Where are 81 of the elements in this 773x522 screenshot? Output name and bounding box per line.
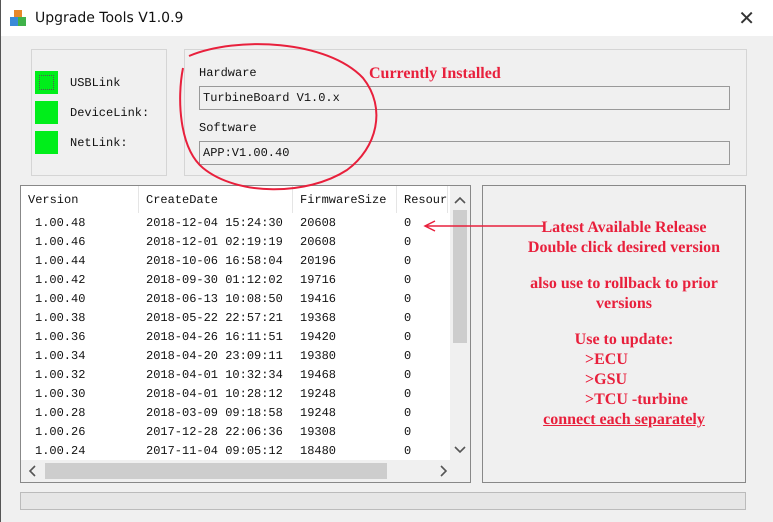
annotation-text: Double click desired version (528, 238, 720, 258)
table-cell-text: 19468 (299, 366, 338, 384)
link-label: DeviceLink: (70, 104, 150, 122)
scroll-up-icon[interactable] (454, 196, 466, 204)
table-cell-text: 0 (403, 442, 412, 460)
table-cell-text: 19416 (299, 290, 338, 308)
annotation-text: >TCU -turbine (585, 390, 688, 410)
hardware-label: Hardware (199, 65, 257, 82)
table-cell-text: 1.00.40 (34, 290, 86, 308)
table-cell-text: 2018-12-04 15:24:30 (145, 214, 284, 232)
annotation-text: Latest Available Release (541, 218, 706, 238)
scrollbar-thumb[interactable] (453, 210, 467, 343)
column-header[interactable]: CreateDate (139, 186, 293, 213)
table-cell-text: 2018-03-09 09:18:58 (145, 404, 284, 422)
scroll-down-icon[interactable] (454, 446, 466, 454)
table-cell-text: 1.00.36 (34, 328, 86, 346)
scroll-right-icon[interactable] (440, 465, 448, 477)
close-button[interactable]: ✕ (732, 6, 761, 30)
table-cell-text: 19248 (299, 404, 338, 422)
table-cell-text: 0 (403, 252, 412, 270)
window-title: Upgrade Tools V1.0.9 (35, 8, 184, 28)
scroll-left-icon[interactable] (28, 465, 36, 477)
table-cell-text: 1.00.46 (34, 234, 86, 250)
table-cell-text: 2017-11-04 09:05:12 (145, 442, 284, 460)
table-cell-text: 2018-09-30 01:12:02 (145, 272, 284, 288)
table-cell-text: 0 (403, 272, 412, 288)
table-cell-text: 0 (403, 290, 412, 308)
table-cell-text: 1.00.30 (34, 386, 86, 402)
table-cell-text: 2018-12-01 02:19:19 (145, 234, 284, 250)
table-cell-text: 0 (403, 348, 412, 364)
annotation-text: Use to update: (574, 330, 674, 350)
annotation-text: Currently Installed (369, 64, 501, 84)
table-cell-text: 0 (403, 328, 412, 346)
hardware-field: TurbineBoard V1.0.x (199, 86, 730, 110)
table-cell-text: 0 (403, 214, 412, 232)
table-cell-text: 2018-04-01 10:28:12 (145, 386, 284, 402)
software-label: Software (199, 120, 257, 137)
table-cell-text: 1.00.24 (34, 442, 86, 460)
scrollbar-thumb[interactable] (45, 463, 387, 479)
table-cell-text: 1.00.32 (34, 366, 86, 384)
link-label: NetLink: (70, 134, 128, 152)
table-cell-text: 1.00.26 (34, 424, 86, 440)
column-header[interactable]: Resour (397, 186, 448, 213)
table-cell-text: 1.00.28 (34, 404, 86, 422)
table-cell-text: 20608 (299, 234, 338, 250)
table-cell-text: 19420 (299, 328, 338, 346)
column-header[interactable]: Version (21, 186, 139, 213)
annotation-text: >ECU (585, 350, 628, 370)
annotation-text: >GSU (585, 370, 628, 390)
table-cell-text: 2017-12-28 22:06:36 (145, 424, 284, 440)
table-cell-text: 0 (403, 424, 412, 440)
column-header[interactable]: FirmwareSize (293, 186, 397, 213)
table-cell-text: 1.00.34 (34, 348, 86, 364)
table-cell-text: 0 (403, 234, 412, 250)
table-cell-text: 18480 (299, 442, 338, 460)
table-cell-text: 20608 (299, 214, 338, 232)
table-cell-text: 19716 (299, 272, 338, 288)
annotation-text: also use to rollback to prior versions (529, 274, 719, 314)
table-cell-text: 1.00.42 (34, 272, 86, 288)
table-cell-text: 2018-04-20 23:09:11 (145, 348, 284, 364)
table-cell-text: 2018-06-13 10:08:50 (145, 290, 284, 308)
table-cell-text: 1.00.44 (34, 252, 86, 270)
table-cell-text: 0 (403, 386, 412, 402)
table-cell-text: 2018-05-22 22:57:21 (145, 310, 284, 326)
table-cell-text: 2018-04-01 10:32:34 (145, 366, 284, 384)
table-cell-text: 19368 (299, 310, 338, 326)
table-cell-text: 19308 (299, 424, 338, 440)
annotation-text: connect each separately (543, 410, 705, 430)
table-cell-text: 20196 (299, 252, 338, 270)
table-cell-text: 0 (403, 310, 412, 326)
table-cell-text: 0 (403, 404, 412, 422)
link-label: USBLink (70, 74, 120, 92)
table-cell-text: 0 (403, 366, 412, 384)
table-cell-text: 2018-04-26 16:11:51 (145, 328, 284, 346)
table-cell-text: 2018-10-06 16:58:04 (145, 252, 284, 270)
table-cell-text: 1.00.48 (34, 214, 86, 232)
software-field: APP:V1.00.40 (199, 141, 730, 165)
app-icon (9, 9, 27, 27)
table-cell-text: 1.00.38 (34, 310, 86, 326)
table-cell-text: 19248 (299, 386, 338, 402)
table-cell-text: 19380 (299, 348, 338, 364)
